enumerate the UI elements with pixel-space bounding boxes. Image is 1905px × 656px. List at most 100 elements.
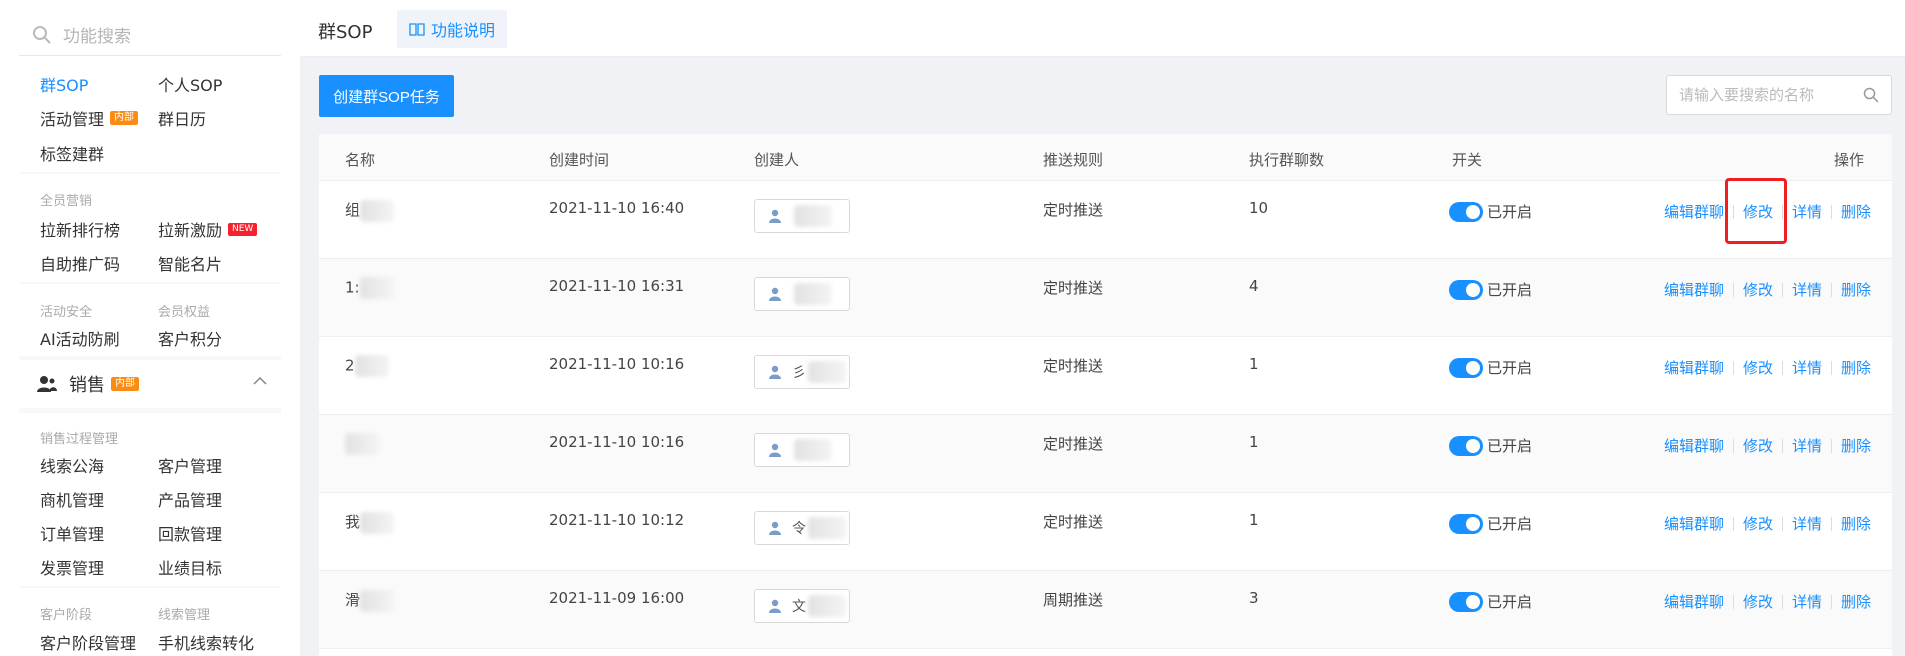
modify-link[interactable]: 修改 <box>1743 513 1773 534</box>
modify-link[interactable]: 修改 <box>1743 435 1773 456</box>
enable-switch[interactable]: 已开启 <box>1449 279 1532 300</box>
toggle-switch[interactable] <box>1449 357 1483 378</box>
sidebar-item-order-mgmt[interactable]: 订单管理 <box>40 521 104 545</box>
details-link[interactable]: 详情 <box>1792 435 1822 456</box>
cell-group-count: 1 <box>1249 433 1259 451</box>
sidebar-item-mobile-lead-convert[interactable]: 手机线索转化 <box>158 630 254 654</box>
toggle-switch[interactable] <box>1449 201 1483 222</box>
name-search-input[interactable] <box>1679 86 1859 104</box>
cell-created-time: 2021-11-10 10:16 <box>549 355 685 373</box>
toggle-switch[interactable] <box>1449 435 1483 456</box>
redacted-block <box>360 511 395 534</box>
sidebar-item-opportunity-mgmt[interactable]: 商机管理 <box>40 487 104 511</box>
sidebar-item-smart-card[interactable]: 智能名片 <box>158 251 222 275</box>
redacted-block <box>360 589 395 612</box>
cell-created-time: 2021-11-09 16:00 <box>549 589 685 607</box>
enable-switch[interactable]: 已开启 <box>1449 435 1532 456</box>
creator-tag <box>754 433 850 467</box>
edit-group-chat-link[interactable]: 编辑群聊 <box>1664 279 1724 300</box>
edit-group-chat-link[interactable]: 编辑群聊 <box>1664 513 1724 534</box>
sidebar-item-label: 智能名片 <box>158 255 223 274</box>
creator-name: 文 <box>792 599 806 615</box>
sidebar-section-sales[interactable]: 销售 内部 <box>19 360 281 408</box>
group-label-member-rights: 会员权益 <box>158 305 211 320</box>
sidebar-item-payment-mgmt[interactable]: 回款管理 <box>158 521 222 545</box>
table-row: 1: 2021-11-10 16:31 定时推送 4 已开启 编辑群聊 修改 详… <box>319 259 1892 337</box>
delete-link[interactable]: 删除 <box>1841 435 1871 456</box>
sidebar-item-customer-points[interactable]: 客户积分 <box>158 326 222 350</box>
enable-switch[interactable]: 已开启 <box>1449 591 1532 612</box>
search-icon[interactable] <box>1863 87 1879 103</box>
sidebar-item-invoice-mgmt[interactable]: 发票管理 <box>40 555 104 579</box>
details-link[interactable]: 详情 <box>1792 591 1822 612</box>
details-link[interactable]: 详情 <box>1792 513 1822 534</box>
delete-link[interactable]: 删除 <box>1841 591 1871 612</box>
col-header-actions: 操作 <box>1834 151 1865 169</box>
edit-group-chat-link[interactable]: 编辑群聊 <box>1664 201 1724 222</box>
name-search-box[interactable] <box>1666 75 1892 115</box>
sidebar-item-referral-rank[interactable]: 拉新排行榜 <box>40 217 120 241</box>
sidebar-item-group-sop[interactable]: 群SOP <box>40 72 88 96</box>
creator-name: 彡 <box>792 365 806 381</box>
user-icon <box>769 599 781 613</box>
cell-created-time: 2021-11-10 10:12 <box>549 511 685 529</box>
name-text: 组 <box>345 201 361 219</box>
delete-link[interactable]: 删除 <box>1841 201 1871 222</box>
delete-link[interactable]: 删除 <box>1841 513 1871 534</box>
chevron-up-icon[interactable] <box>253 376 267 386</box>
user-icon <box>769 209 781 223</box>
cell-name: 组 <box>345 199 395 222</box>
delete-link[interactable]: 删除 <box>1841 279 1871 300</box>
edit-group-chat-link[interactable]: 编辑群聊 <box>1664 591 1724 612</box>
switch-status-label: 已开启 <box>1487 437 1533 455</box>
sidebar-item-lead-pool[interactable]: 线索公海 <box>40 453 104 477</box>
toggle-switch[interactable] <box>1449 279 1483 300</box>
sidebar-item-label: 发票管理 <box>40 559 105 578</box>
table-row: 组 2021-11-10 16:40 定时推送 10 已开启 编辑群聊 修改 详… <box>319 181 1892 259</box>
main-content: 创建群SOP任务 名称 创建时间 创建人 推送规则 执行群聊数 开关 操作 组 … <box>300 57 1905 656</box>
sidebar-item-product-mgmt[interactable]: 产品管理 <box>158 487 222 511</box>
modify-link[interactable]: 修改 <box>1743 279 1773 300</box>
cell-group-count: 10 <box>1249 199 1269 217</box>
sidebar-item-label: 客户管理 <box>158 457 223 476</box>
edit-group-chat-link[interactable]: 编辑群聊 <box>1664 357 1724 378</box>
sidebar-item-customer-stage-mgmt[interactable]: 客户阶段管理 <box>40 630 136 654</box>
toggle-switch[interactable] <box>1449 513 1483 534</box>
sidebar-item-ai-antifraud[interactable]: AI活动防刷 <box>40 326 120 350</box>
sidebar-item-activity[interactable]: 活动管理 内部 <box>40 106 139 130</box>
function-search[interactable]: 功能搜索 <box>19 14 281 56</box>
enable-switch[interactable]: 已开启 <box>1449 513 1532 534</box>
sidebar-item-tag-group[interactable]: 标签建群 <box>40 141 104 165</box>
delete-link[interactable]: 删除 <box>1841 357 1871 378</box>
details-link[interactable]: 详情 <box>1792 357 1822 378</box>
toggle-switch[interactable] <box>1449 591 1483 612</box>
group-label-sales-process: 销售过程管理 <box>40 432 119 447</box>
modify-link[interactable]: 修改 <box>1743 591 1773 612</box>
cell-name: 滑 <box>345 589 395 612</box>
redacted-block <box>345 433 379 455</box>
users-icon <box>37 376 57 392</box>
cell-push-rule: 定时推送 <box>1043 357 1104 375</box>
sales-label: 销售 <box>69 375 105 396</box>
modify-link[interactable]: 修改 <box>1743 357 1773 378</box>
user-icon <box>769 365 781 379</box>
sidebar-item-customer-mgmt[interactable]: 客户管理 <box>158 453 222 477</box>
sidebar-item-promo-code[interactable]: 自助推广码 <box>40 251 120 275</box>
group-label-customer-stage: 客户阶段 <box>40 608 93 623</box>
enable-switch[interactable]: 已开启 <box>1449 201 1532 222</box>
table-row: 2 2021-11-10 10:16 彡 定时推送 1 已开启 编辑群聊 修改 … <box>319 337 1892 415</box>
details-link[interactable]: 详情 <box>1792 279 1822 300</box>
create-group-sop-button[interactable]: 创建群SOP任务 <box>319 75 454 117</box>
edit-group-chat-link[interactable]: 编辑群聊 <box>1664 435 1724 456</box>
help-tab[interactable]: 功能说明 <box>397 10 508 48</box>
table-header: 名称 创建时间 创建人 推送规则 执行群聊数 开关 操作 <box>319 134 1892 181</box>
new-badge: NEW <box>228 222 258 236</box>
sidebar-item-group-calendar[interactable]: 群日历 <box>158 106 206 130</box>
enable-switch[interactable]: 已开启 <box>1449 357 1532 378</box>
sidebar-item-referral-reward[interactable]: 拉新激励 NEW <box>158 217 258 241</box>
sidebar-item-performance-target[interactable]: 业绩目标 <box>158 555 222 579</box>
divider <box>1782 438 1784 453</box>
sidebar-item-personal-sop[interactable]: 个人SOP <box>158 72 222 96</box>
details-link[interactable]: 详情 <box>1792 201 1822 222</box>
group-label-all-staff: 全员营销 <box>40 194 93 209</box>
